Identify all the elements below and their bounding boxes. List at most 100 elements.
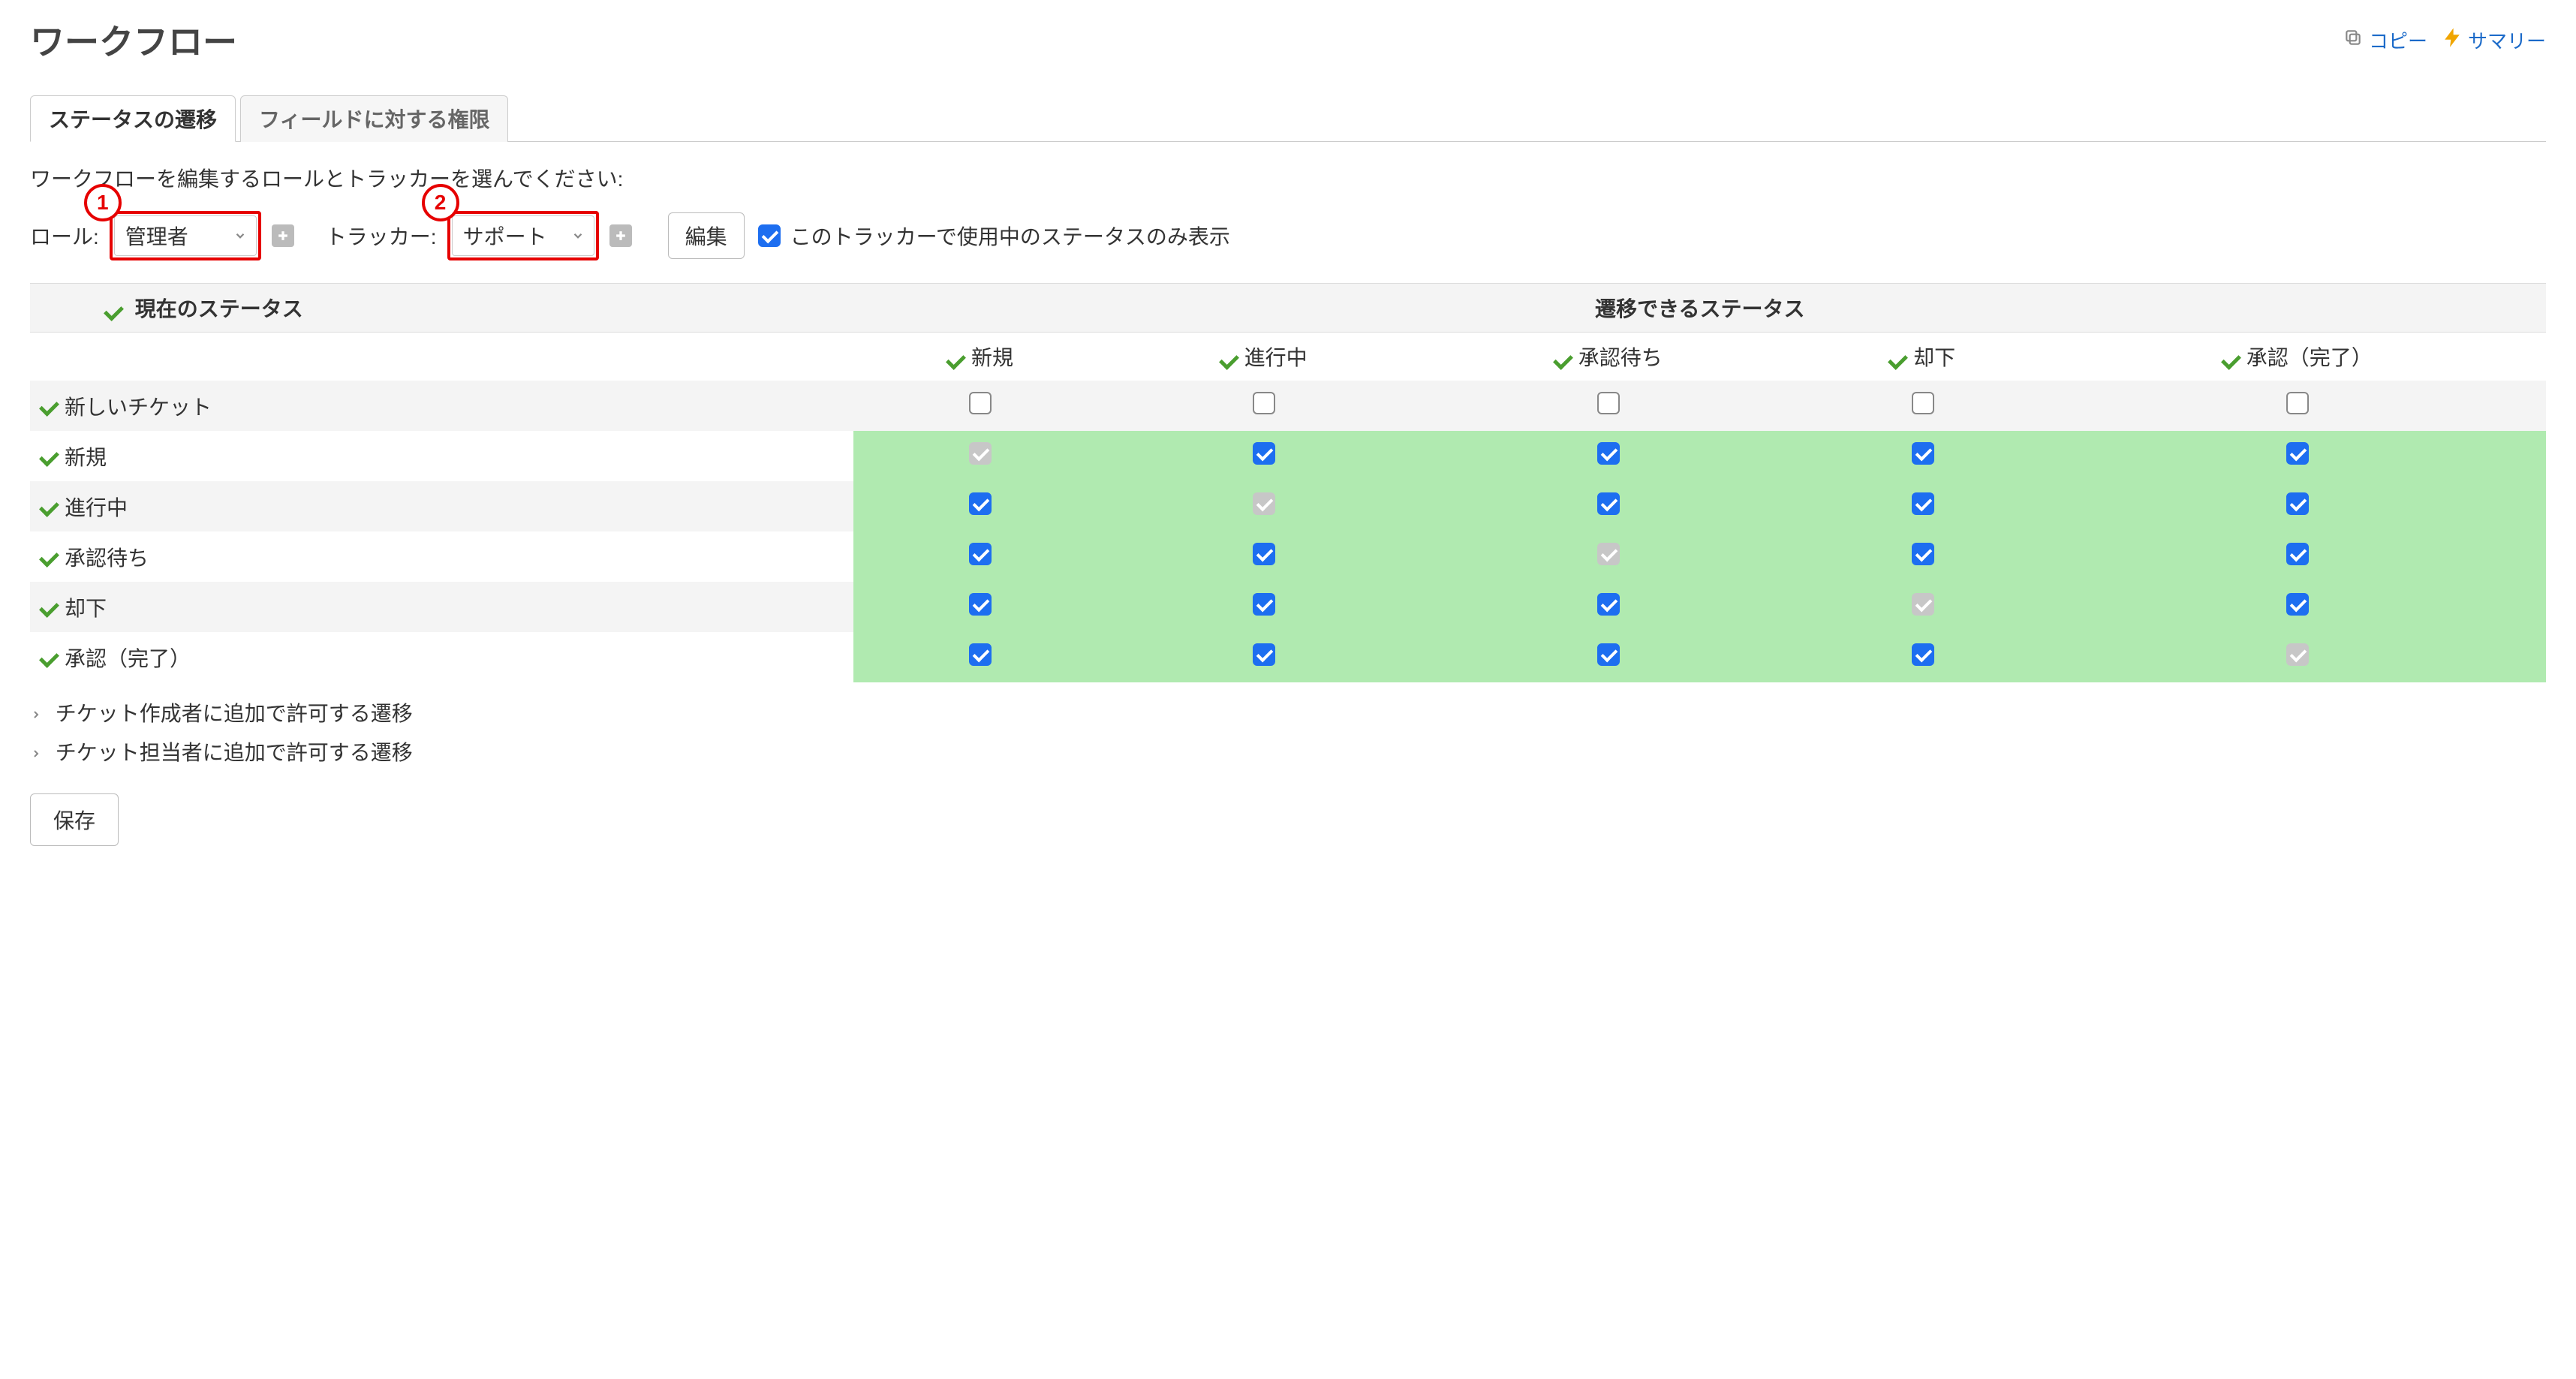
transition-checkbox[interactable] (969, 392, 992, 414)
current-status-header[interactable]: 現在のステータス (30, 284, 853, 333)
tab-status-transitions[interactable]: ステータスの遷移 (30, 95, 236, 142)
chevron-right-icon (30, 702, 48, 725)
transition-checkbox[interactable] (1253, 392, 1275, 414)
transition-cell (2049, 531, 2546, 582)
check-icon (105, 303, 122, 319)
row-label-cell[interactable]: 進行中 (30, 481, 853, 531)
transition-checkbox[interactable] (2286, 593, 2309, 616)
transition-checkbox[interactable] (2286, 543, 2309, 565)
transition-checkbox[interactable] (1912, 392, 1934, 414)
transition-checkbox[interactable] (1912, 442, 1934, 465)
annotation-2: 2 (422, 184, 459, 221)
used-only-checkbox[interactable] (758, 224, 781, 247)
transition-cell (853, 481, 1106, 531)
transition-cell (853, 431, 1106, 481)
transition-checkbox[interactable] (2286, 492, 2309, 515)
column-header[interactable]: 却下 (1796, 333, 2049, 381)
role-select[interactable]: 管理者 (114, 215, 257, 256)
transition-checkbox[interactable] (1253, 593, 1275, 616)
transition-checkbox[interactable] (969, 492, 992, 515)
check-icon (41, 549, 57, 565)
transition-cell (1107, 481, 1421, 531)
transition-checkbox[interactable] (1597, 643, 1620, 666)
row-label-cell[interactable]: 新しいチケット (30, 381, 853, 431)
column-header[interactable]: 進行中 (1107, 333, 1421, 381)
add-tracker-icon[interactable] (609, 224, 632, 247)
used-only-label: このトラッカーで使用中のステータスのみ表示 (790, 221, 1230, 251)
allowed-status-header: 遷移できるステータス (853, 284, 2546, 333)
transition-cell (853, 381, 1106, 431)
transition-checkbox[interactable] (1597, 492, 1620, 515)
transition-cell (2049, 381, 2546, 431)
transition-checkbox[interactable] (969, 593, 992, 616)
tracker-select-highlight: サポート (447, 211, 599, 260)
transition-checkbox[interactable] (2286, 442, 2309, 465)
expander-creator-label: チケット作成者に追加で許可する遷移 (56, 702, 413, 725)
summary-icon (2442, 28, 2462, 53)
transition-cell (1796, 582, 2049, 632)
transition-checkbox (1597, 543, 1620, 565)
tracker-select-value: サポート (463, 221, 547, 251)
transition-cell (853, 632, 1106, 682)
table-row: 新しいチケット (30, 381, 2546, 431)
edit-button[interactable]: 編集 (668, 212, 745, 259)
row-label-cell[interactable]: 承認待ち (30, 531, 853, 582)
transition-checkbox[interactable] (969, 643, 992, 666)
copy-label: コピー (2369, 26, 2427, 54)
transition-checkbox[interactable] (2286, 392, 2309, 414)
column-header[interactable]: 新規 (853, 333, 1106, 381)
check-icon (1889, 351, 1906, 368)
chevron-down-icon (233, 224, 247, 248)
transition-checkbox[interactable] (1597, 593, 1620, 616)
transition-cell (2049, 632, 2546, 682)
transition-cell (1107, 431, 1421, 481)
tabs: ステータスの遷移 フィールドに対する権限 (30, 95, 2546, 142)
transition-checkbox[interactable] (1597, 442, 1620, 465)
copy-link[interactable]: コピー (2343, 26, 2427, 54)
transition-cell (1421, 531, 1796, 582)
workflow-table: 現在のステータス 遷移できるステータス 新規進行中承認待ち却下承認（完了） 新し… (30, 283, 2546, 682)
transition-checkbox[interactable] (1253, 442, 1275, 465)
transition-cell (1107, 582, 1421, 632)
row-label-cell[interactable]: 却下 (30, 582, 853, 632)
transition-cell (853, 531, 1106, 582)
table-row: 承認待ち (30, 531, 2546, 582)
expander-assignee[interactable]: チケット担当者に追加で許可する遷移 (30, 732, 2546, 771)
role-label: ロール: (30, 221, 99, 251)
table-row: 承認（完了） (30, 632, 2546, 682)
save-button[interactable]: 保存 (30, 793, 119, 846)
transition-cell (1107, 632, 1421, 682)
row-label: 新規 (65, 441, 107, 471)
transition-checkbox (969, 442, 992, 465)
transition-checkbox[interactable] (1912, 492, 1934, 515)
chevron-down-icon (571, 224, 585, 248)
add-role-icon[interactable] (272, 224, 294, 247)
tracker-select[interactable]: サポート (452, 215, 594, 256)
table-row: 進行中 (30, 481, 2546, 531)
column-header[interactable]: 承認（完了） (2049, 333, 2546, 381)
summary-link[interactable]: サマリー (2442, 26, 2546, 54)
transition-checkbox (1253, 492, 1275, 515)
row-label: 進行中 (65, 492, 128, 522)
transition-checkbox[interactable] (1912, 643, 1934, 666)
transition-checkbox (1912, 593, 1934, 616)
role-select-value: 管理者 (125, 221, 188, 251)
check-icon (41, 448, 57, 465)
transition-checkbox[interactable] (1253, 543, 1275, 565)
transition-cell (2049, 481, 2546, 531)
transition-checkbox[interactable] (969, 543, 992, 565)
transition-checkbox[interactable] (1597, 392, 1620, 414)
column-header[interactable]: 承認待ち (1421, 333, 1796, 381)
row-label-cell[interactable]: 新規 (30, 431, 853, 481)
transition-checkbox[interactable] (1912, 543, 1934, 565)
expander-creator[interactable]: チケット作成者に追加で許可する遷移 (30, 693, 2546, 732)
row-label: 承認（完了） (65, 643, 191, 673)
transition-cell (1421, 381, 1796, 431)
transition-cell (1421, 582, 1796, 632)
transition-cell (2049, 582, 2546, 632)
tab-field-permissions[interactable]: フィールドに対する権限 (240, 95, 508, 142)
instruction-text: ワークフローを編集するロールとトラッカーを選んでください: (30, 163, 2546, 193)
transition-checkbox[interactable] (1253, 643, 1275, 666)
summary-label: サマリー (2468, 26, 2546, 54)
row-label-cell[interactable]: 承認（完了） (30, 632, 853, 682)
